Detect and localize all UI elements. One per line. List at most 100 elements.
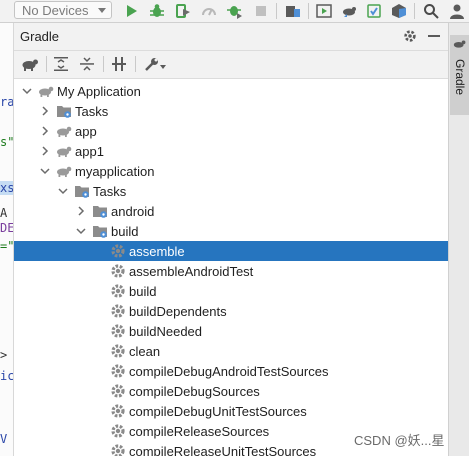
- task-row[interactable]: assembleAndroidTest: [14, 261, 448, 281]
- task-row[interactable]: assemble: [14, 241, 448, 261]
- task-row[interactable]: compileDebugAndroidTestSources: [14, 361, 448, 381]
- toolbar-divider: [103, 56, 104, 72]
- gear-icon: [111, 344, 125, 358]
- gear-icon: [111, 424, 125, 438]
- tree-node-label: clean: [129, 344, 161, 359]
- right-tool-window-bar: Gradle: [448, 23, 469, 456]
- gear-icon: [111, 264, 125, 278]
- gear-icon: [111, 404, 125, 418]
- code-fragment: s":: [0, 135, 14, 149]
- chevron-right-icon[interactable]: [40, 126, 50, 136]
- profile-icon[interactable]: [201, 3, 217, 19]
- chevron-down-icon[interactable]: [40, 166, 50, 176]
- chevron-right-icon[interactable]: [76, 206, 86, 216]
- attach-debugger-icon[interactable]: [227, 3, 243, 19]
- tree-node-label: Tasks: [75, 104, 109, 119]
- toolbar-divider: [308, 3, 309, 19]
- stop-icon[interactable]: [253, 3, 269, 19]
- tree-node-row[interactable]: Tasks: [14, 101, 448, 121]
- project-structure-icon[interactable]: [285, 3, 301, 19]
- task-row[interactable]: compileDebugSources: [14, 381, 448, 401]
- chevron-right-icon[interactable]: [40, 106, 50, 116]
- minimize-icon[interactable]: [428, 34, 440, 38]
- avd-manager-icon[interactable]: [316, 3, 332, 19]
- tree-node-label: assembleAndroidTest: [129, 264, 254, 279]
- debug-icon[interactable]: [149, 3, 165, 19]
- toolbar-divider: [46, 56, 47, 72]
- code-fragment: >: [0, 348, 8, 362]
- code-fragment: A: [0, 206, 8, 220]
- chevron-down-icon[interactable]: [58, 186, 68, 196]
- tree-node-row[interactable]: build: [14, 221, 448, 241]
- tree-node-label: buildNeeded: [129, 324, 203, 339]
- gear-icon: [111, 324, 125, 338]
- tree-node-row[interactable]: My Application: [14, 81, 448, 101]
- tree-node-row[interactable]: Tasks: [14, 181, 448, 201]
- gear-icon: [111, 244, 125, 258]
- collapse-all-icon[interactable]: [80, 57, 94, 71]
- tree-node-label: Tasks: [93, 184, 127, 199]
- gradle-panel-toolbar: [14, 51, 448, 79]
- code-fragment: DE: [0, 221, 14, 235]
- tree-node-row[interactable]: android: [14, 201, 448, 221]
- tree-node-row[interactable]: app: [14, 121, 448, 141]
- expand-all-icon[interactable]: [54, 57, 68, 71]
- tree-node-label: build: [111, 224, 139, 239]
- chevron-down-icon[interactable]: [160, 65, 166, 69]
- gradle-side-tab[interactable]: Gradle: [450, 35, 469, 115]
- tree-node-label: My Application: [57, 84, 141, 99]
- reload-gradle-icon[interactable]: [21, 57, 39, 71]
- apply-changes-icon[interactable]: [175, 3, 191, 19]
- tree-node-label: build: [129, 284, 157, 299]
- tasks-folder-icon: [93, 226, 107, 238]
- tree-node-label: android: [111, 204, 155, 219]
- elephant-icon: [57, 126, 72, 137]
- code-fragment: V: [0, 432, 8, 446]
- main-toolbar: No Devices: [0, 0, 469, 23]
- tree-node-row[interactable]: myapplication: [14, 161, 448, 181]
- toggle-offline-icon[interactable]: [112, 57, 126, 71]
- side-tab-label: Gradle: [453, 59, 467, 96]
- chevron-down-icon[interactable]: [76, 226, 86, 236]
- run-icon[interactable]: [123, 3, 139, 19]
- gear-icon: [111, 284, 125, 298]
- tree-node-label: compileDebugAndroidTestSources: [129, 364, 329, 379]
- tasks-folder-icon: [75, 186, 89, 198]
- elephant-icon: [39, 86, 54, 97]
- tree-node-row[interactable]: app1: [14, 141, 448, 161]
- code-fragment: xse: [0, 181, 13, 195]
- task-row[interactable]: buildNeeded: [14, 321, 448, 341]
- wrench-icon[interactable]: [144, 57, 160, 71]
- sync-gradle-icon[interactable]: [341, 3, 357, 19]
- code-fragment: ica: [0, 369, 14, 383]
- watermark: CSDN @妖...星: [354, 433, 445, 448]
- device-file-explorer-icon[interactable]: [366, 3, 382, 19]
- toolbar-divider: [276, 3, 277, 19]
- task-row[interactable]: compileDebugUnitTestSources: [14, 401, 448, 421]
- tree-node-label: compileDebugUnitTestSources: [129, 404, 307, 419]
- task-row[interactable]: buildDependents: [14, 301, 448, 321]
- device-selector-label: No Devices: [22, 3, 89, 18]
- task-row[interactable]: build: [14, 281, 448, 301]
- elephant-icon: [57, 166, 72, 177]
- chevron-down-icon[interactable]: [22, 86, 32, 96]
- code-editor-edge[interactable]: rat s": xse A DE =" > ica V: [0, 23, 14, 456]
- elephant-icon: [57, 146, 72, 157]
- tree-node-label: app1: [75, 144, 104, 159]
- tasks-folder-icon: [57, 106, 71, 118]
- chevron-right-icon[interactable]: [40, 146, 50, 156]
- user-icon[interactable]: [449, 3, 465, 19]
- gear-icon[interactable]: [403, 29, 417, 43]
- gear-icon: [111, 304, 125, 318]
- device-selector[interactable]: No Devices: [14, 1, 112, 19]
- gradle-panel-header: Gradle: [14, 23, 448, 51]
- sdk-manager-icon[interactable]: [391, 3, 407, 19]
- tasks-folder-icon: [93, 206, 107, 218]
- tree-node-label: compileDebugSources: [129, 384, 260, 399]
- gradle-task-tree[interactable]: My Application Tasks app app1 myapplication T…: [14, 79, 448, 456]
- code-fragment: rat: [0, 95, 14, 109]
- search-icon[interactable]: [423, 3, 439, 19]
- tree-node-label: assemble: [129, 244, 185, 259]
- tree-node-label: compileReleaseSources: [129, 424, 270, 439]
- task-row[interactable]: clean: [14, 341, 448, 361]
